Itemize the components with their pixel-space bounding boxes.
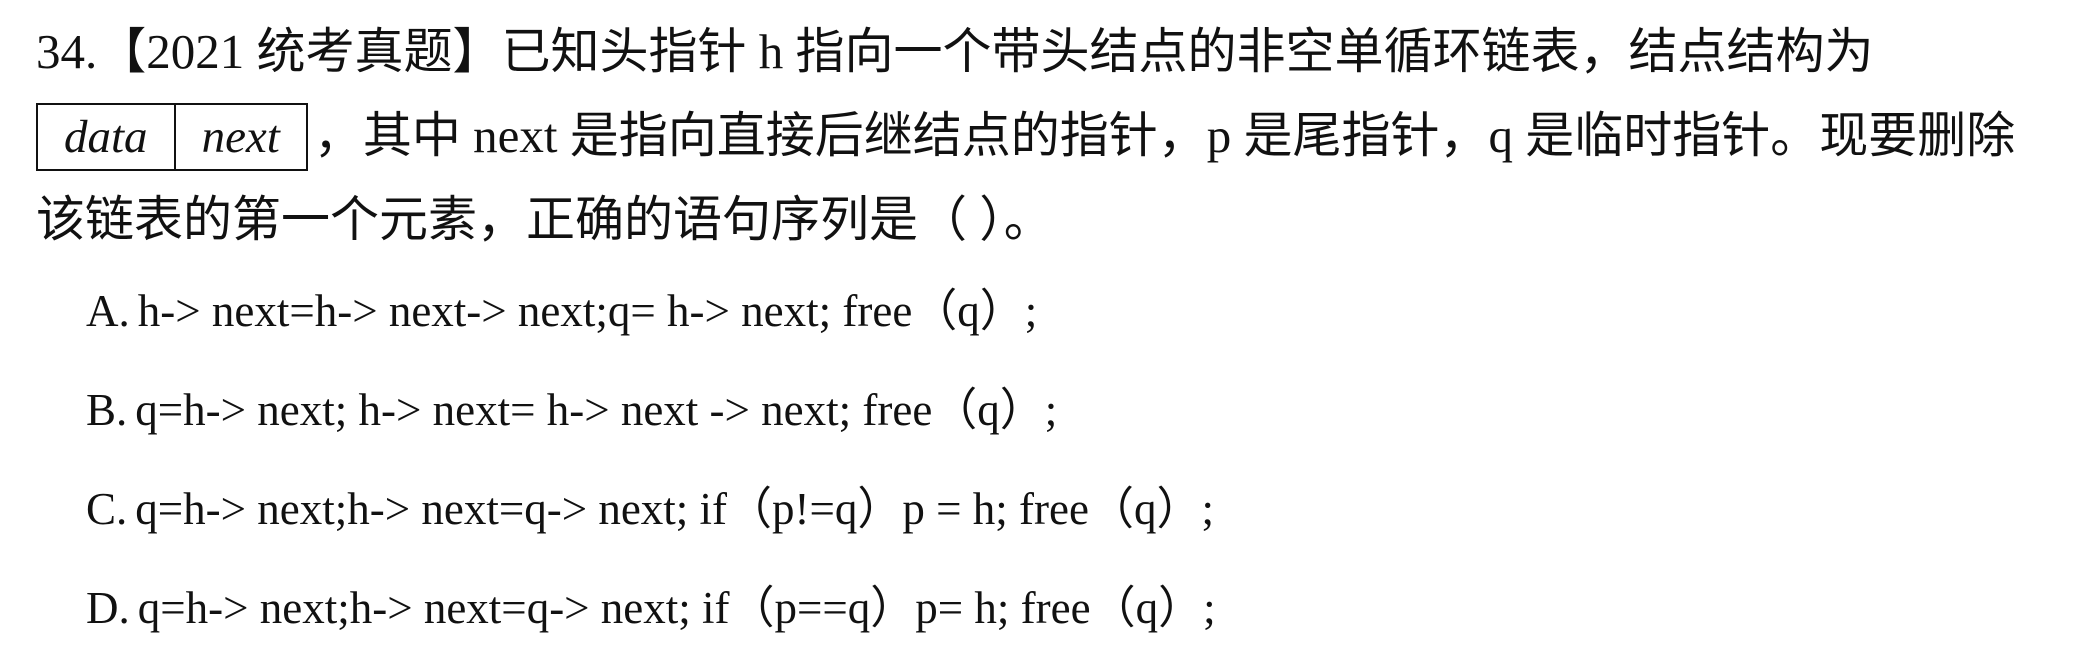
answer-options: A. h-> next=h-> next-> next;q= h-> next; …	[86, 262, 1216, 658]
option-letter: B.	[86, 385, 128, 435]
option-text: q=h-> next; h-> next= h-> next -> next; …	[135, 385, 1058, 435]
option-a[interactable]: A. h-> next=h-> next-> next;q= h-> next; …	[86, 262, 1216, 361]
question-line-2-text: ，其中 next 是指向直接后继结点的指针，p 是尾指针，q 是临时指针。现要删…	[313, 108, 2016, 163]
option-b[interactable]: B. q=h-> next; h-> next= h-> next -> next…	[86, 361, 1216, 460]
option-text: q=h-> next;h-> next=q-> next; if（p!=q）p …	[135, 484, 1214, 534]
question-stem: 34.【2021 统考真题】已知头指针 h 指向一个带头结点的非空单循环链表，结…	[36, 10, 2056, 262]
option-text: q=h-> next;h-> next=q-> next; if（p==q）p=…	[137, 583, 1216, 633]
node-field-next: next	[173, 104, 306, 169]
option-text: h-> next=h-> next-> next;q= h-> next; fr…	[137, 286, 1038, 336]
option-letter: D.	[86, 583, 130, 633]
question-line-3: 该链表的第一个元素，正确的语句序列是（ ）。	[36, 192, 1053, 247]
node-field-data: data	[64, 110, 148, 163]
option-c[interactable]: C. q=h-> next;h-> next=q-> next; if（p!=q）…	[86, 460, 1216, 559]
question-line-1: 34.【2021 统考真题】已知头指针 h 指向一个带头结点的非空单循环链表，结…	[36, 24, 1874, 79]
node-structure-diagram: data next	[36, 102, 308, 171]
option-letter: C.	[86, 484, 128, 534]
option-letter: A.	[86, 286, 130, 336]
question-line-2: data next ，其中 next 是指向直接后继结点的指针，p 是尾指针，q 是…	[36, 94, 2056, 178]
option-d[interactable]: D. q=h-> next;h-> next=q-> next; if（p==q）…	[86, 559, 1216, 658]
